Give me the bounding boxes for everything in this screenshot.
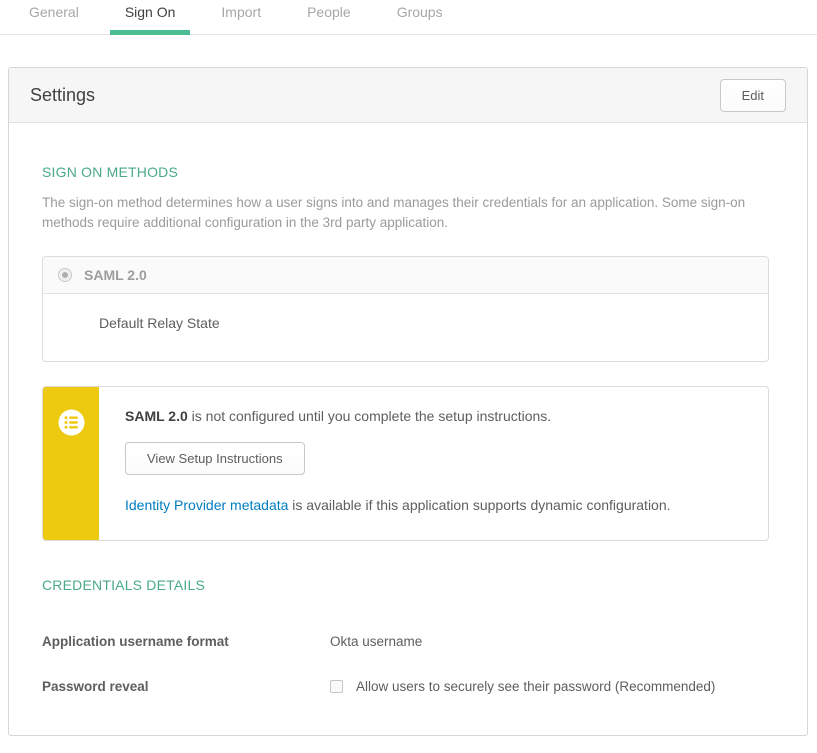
page-title: Settings [30,85,95,106]
sign-on-methods-heading: SIGN ON METHODS [42,164,775,180]
setup-instructions-list-icon [58,409,85,436]
sign-on-methods-description: The sign-on method determines how a user… [42,193,774,233]
callout-message: SAML 2.0 is not configured until you com… [125,407,748,425]
saml-method-header[interactable]: SAML 2.0 [43,257,768,294]
saml-method-label: SAML 2.0 [84,267,147,283]
settings-panel-header: Settings Edit [9,68,807,123]
callout-message-bold: SAML 2.0 [125,408,188,424]
password-reveal-row: Password reveal Allow users to securely … [42,679,775,694]
password-reveal-label: Password reveal [42,679,330,694]
password-reveal-checkbox-label: Allow users to securely see their passwo… [356,679,715,694]
tab-import[interactable]: Import [206,0,276,35]
callout-content: SAML 2.0 is not configured until you com… [99,387,768,540]
saml-method-card: SAML 2.0 Default Relay State [42,256,769,362]
default-relay-state-label: Default Relay State [99,315,220,331]
callout-message-rest: is not configured until you complete the… [188,408,551,424]
saml-setup-callout: SAML 2.0 is not configured until you com… [42,386,769,541]
app-tab-bar: General Sign On Import People Groups [0,0,817,35]
view-setup-instructions-button[interactable]: View Setup Instructions [125,442,305,475]
radio-selected-dot [62,272,68,278]
password-reveal-checkbox[interactable] [330,680,343,693]
settings-panel: Settings Edit SIGN ON METHODS The sign-o… [8,67,808,736]
credentials-details-heading: CREDENTIALS DETAILS [42,577,775,593]
saml-radio-button[interactable] [58,268,72,282]
callout-accent-strip [43,387,99,540]
idp-metadata-line-rest: is available if this application support… [288,497,670,513]
tab-people[interactable]: People [292,0,366,35]
edit-button[interactable]: Edit [720,79,786,112]
tab-general[interactable]: General [14,0,94,35]
settings-panel-body: SIGN ON METHODS The sign-on method deter… [9,123,807,694]
tab-sign-on[interactable]: Sign On [110,0,191,35]
idp-metadata-line: Identity Provider metadata is available … [125,497,748,513]
username-format-row: Application username format Okta usernam… [42,634,775,649]
username-format-value: Okta username [330,634,422,649]
saml-method-body: Default Relay State [43,294,768,361]
identity-provider-metadata-link[interactable]: Identity Provider metadata [125,497,288,513]
tab-groups[interactable]: Groups [382,0,458,35]
username-format-label: Application username format [42,634,330,649]
